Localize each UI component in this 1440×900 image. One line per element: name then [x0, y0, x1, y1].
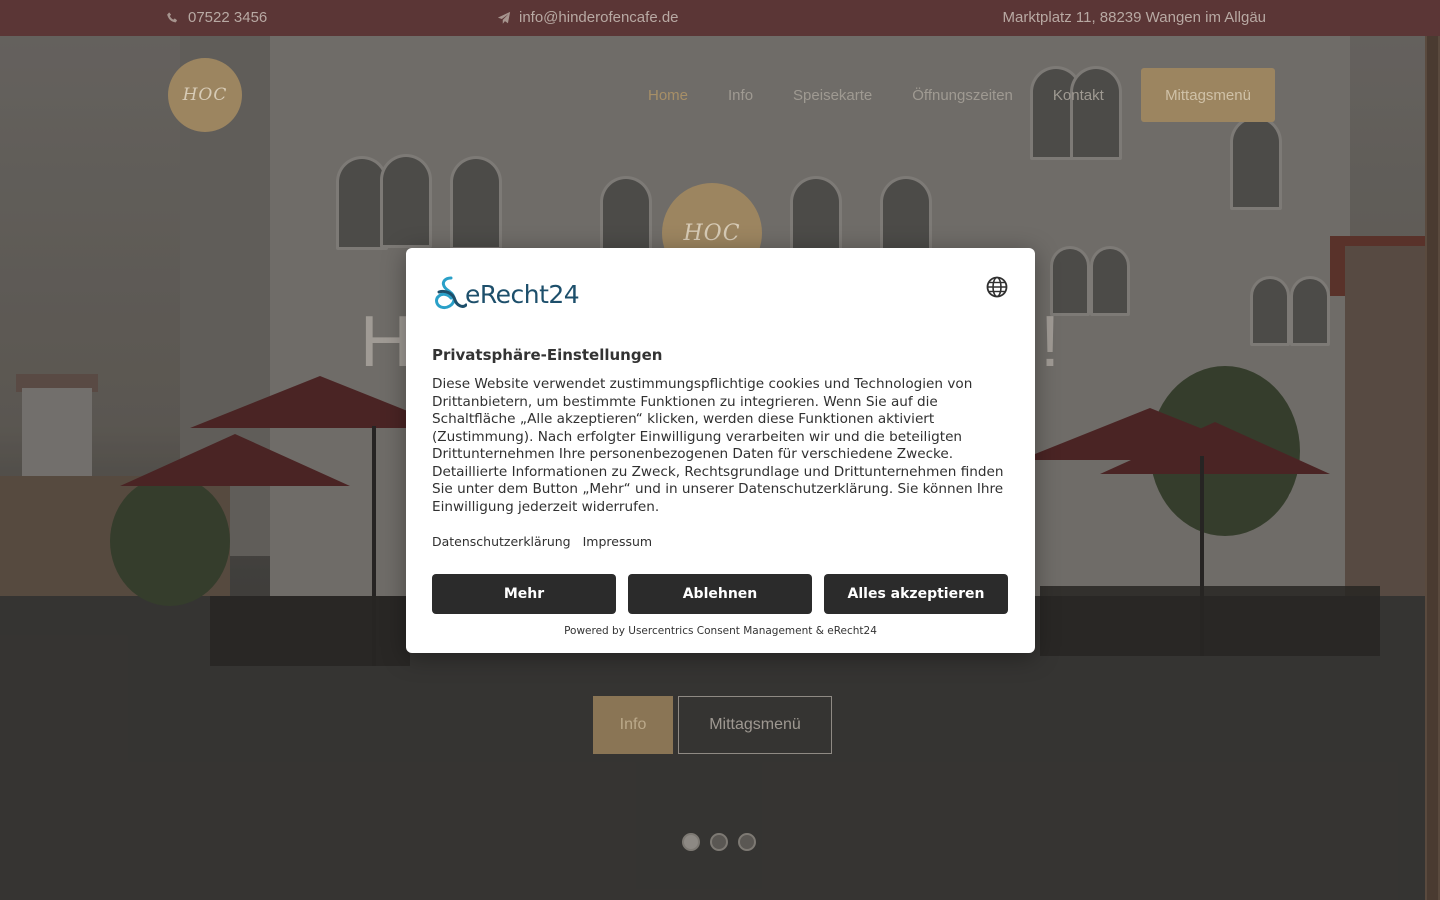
phone-contact[interactable]: 07522 3456 — [166, 9, 267, 26]
address-text: Marktplatz 11, 88239 Wangen im Allgäu — [1002, 9, 1266, 26]
modal-links: Datenschutzerklärung Impressum — [432, 534, 652, 549]
phone-number[interactable]: 07522 3456 — [188, 9, 267, 26]
nav-info[interactable]: Info — [728, 87, 753, 104]
brand-name: eRecht24 — [465, 279, 580, 309]
slider-dot-2[interactable] — [710, 833, 728, 851]
top-info-bar: 07522 3456 info@hinderofencafe.de Marktp… — [0, 0, 1440, 36]
accept-all-button[interactable]: Alles akzeptieren — [824, 574, 1008, 614]
hero-mittagsmenu-button[interactable]: Mittagsmenü — [678, 696, 832, 754]
slider-dot-3[interactable] — [738, 833, 756, 851]
cookie-consent-modal: eRecht24 Privatsphäre-Einstellungen Dies… — [406, 248, 1035, 653]
modal-description: Diese Website verwendet zustimmungspflic… — [432, 376, 1004, 515]
main-nav: Home Info Speisekarte Öffnungszeiten Kon… — [648, 87, 1144, 104]
email-contact[interactable]: info@hinderofencafe.de — [497, 9, 679, 26]
address: Marktplatz 11, 88239 Wangen im Allgäu — [1003, 9, 1266, 26]
modal-title: Privatsphäre-Einstellungen — [432, 346, 663, 364]
hero-logo-text: HOC — [683, 220, 741, 246]
hero-title-end: ! — [1039, 302, 1060, 382]
powered-by-text: Powered by Usercentrics Consent Manageme… — [564, 625, 877, 637]
hero-title-start: H — [360, 302, 412, 382]
erecht24-logo: eRecht24 — [431, 274, 580, 314]
erecht24-mark-icon — [435, 276, 467, 309]
email-address[interactable]: info@hinderofencafe.de — [519, 9, 679, 26]
more-button[interactable]: Mehr — [432, 574, 616, 614]
hero-info-button[interactable]: Info — [593, 696, 673, 754]
deny-button[interactable]: Ablehnen — [628, 574, 812, 614]
paper-plane-icon — [497, 11, 511, 24]
logo-text: HOC — [182, 85, 228, 105]
slider-dots — [682, 833, 756, 851]
scrollbar-thumb[interactable] — [1427, 36, 1438, 900]
privacy-policy-link[interactable]: Datenschutzerklärung — [432, 534, 571, 549]
nav-kontakt[interactable]: Kontakt — [1053, 87, 1104, 104]
page-scrollbar[interactable] — [1425, 36, 1440, 900]
nav-mittagsmenu-button[interactable]: Mittagsmenü — [1141, 68, 1275, 122]
imprint-link[interactable]: Impressum — [583, 534, 652, 549]
globe-icon[interactable] — [986, 276, 1008, 298]
slider-dot-1[interactable] — [682, 833, 700, 851]
nav-oeffnungszeiten[interactable]: Öffnungszeiten — [912, 87, 1013, 104]
nav-speisekarte[interactable]: Speisekarte — [793, 87, 872, 104]
site-logo[interactable]: HOC — [168, 58, 242, 132]
phone-icon — [167, 11, 178, 22]
nav-home[interactable]: Home — [648, 87, 688, 104]
